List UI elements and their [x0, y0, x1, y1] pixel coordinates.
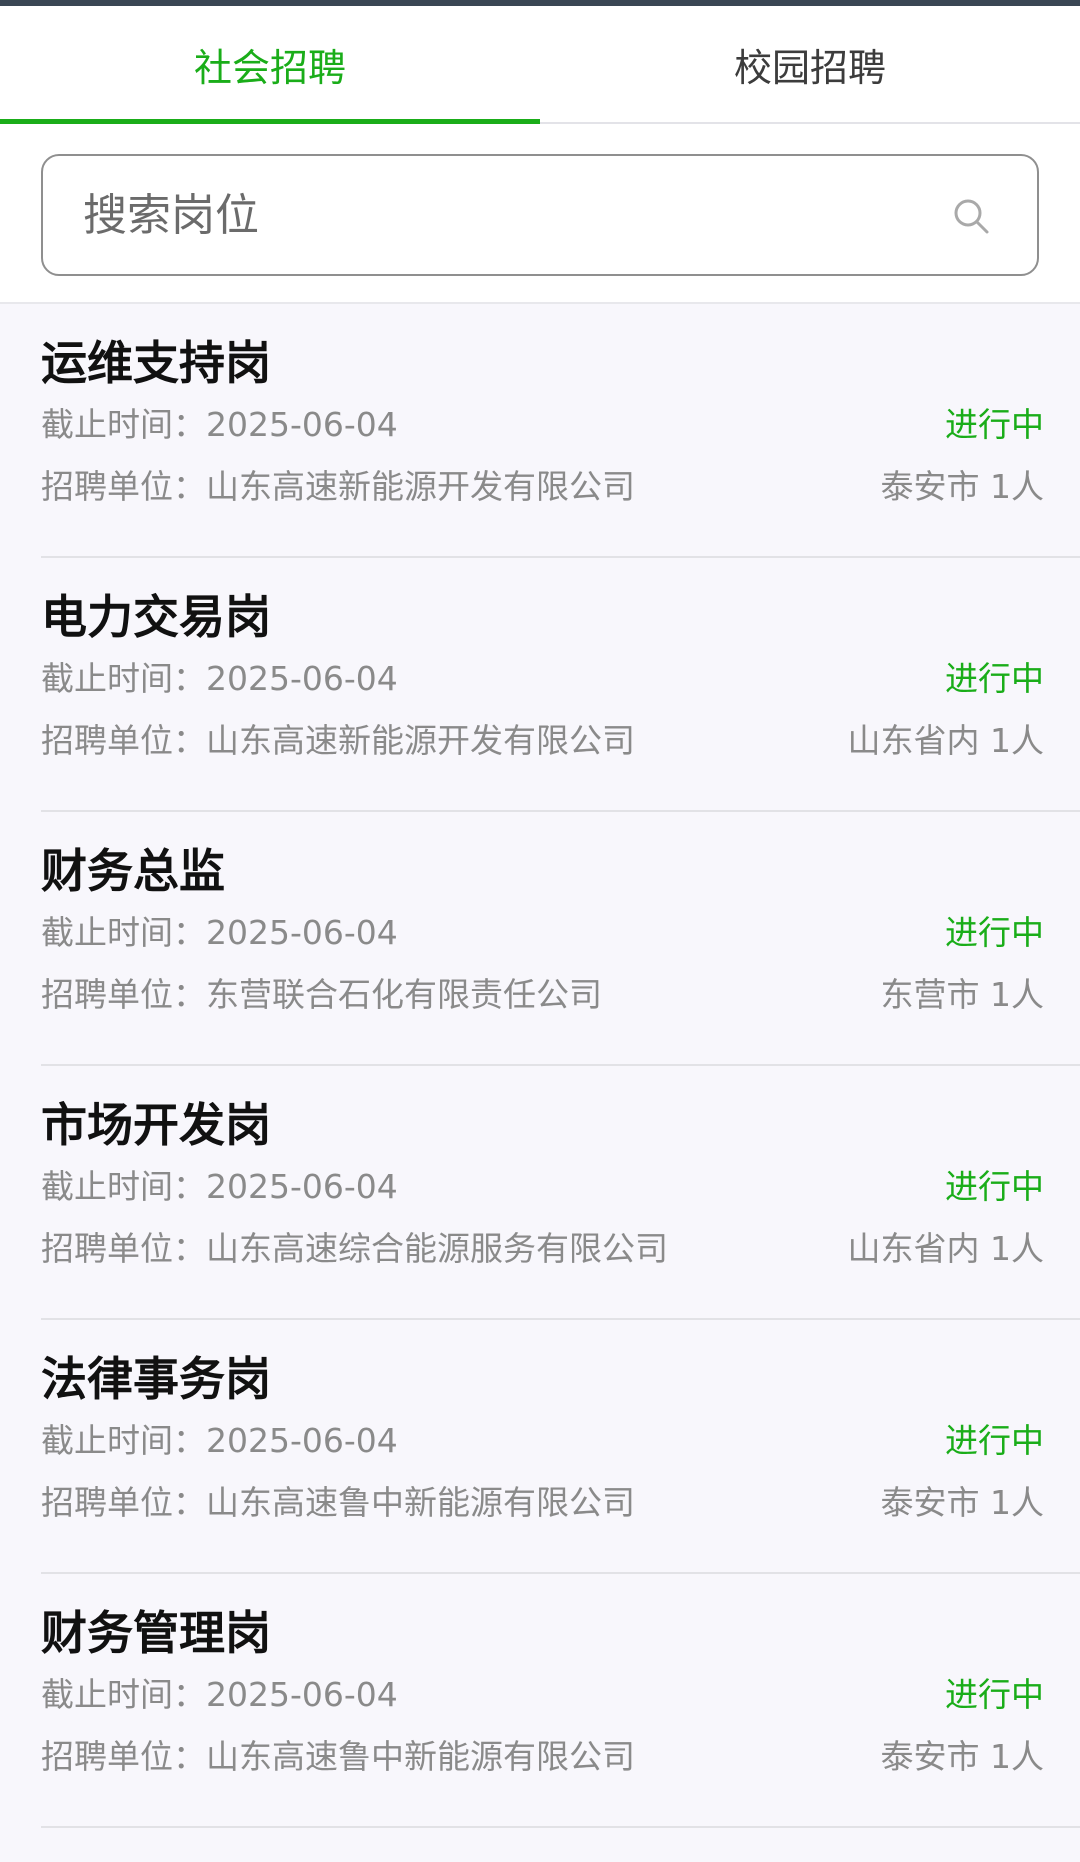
job-location-headcount: 山东省内 1人	[847, 721, 1045, 760]
job-company: 招聘单位：山东高速鲁中新能源有限公司	[41, 1737, 635, 1776]
job-list-item[interactable]: 电力交易岗 截止时间：2025-06-04 进行中 招聘单位：山东高速新能源开发…	[0, 558, 1080, 812]
job-list-item[interactable]: 财务管理岗 截止时间：2025-06-04 进行中 招聘单位：山东高速鲁中新能源…	[0, 1574, 1080, 1828]
job-deadline: 截止时间：2025-06-04	[41, 1675, 398, 1714]
job-location-headcount: 泰安市 1人	[880, 1483, 1045, 1522]
job-list: 运维支持岗 截止时间：2025-06-04 进行中 招聘单位：山东高速新能源开发…	[0, 304, 1080, 1828]
divider	[41, 1826, 1080, 1828]
job-company: 招聘单位：山东高速鲁中新能源有限公司	[41, 1483, 635, 1522]
job-title: 财务管理岗	[41, 1606, 271, 1660]
search-bar-container	[0, 124, 1080, 304]
job-company: 招聘单位：山东高速新能源开发有限公司	[41, 721, 635, 760]
job-deadline: 截止时间：2025-06-04	[41, 913, 398, 952]
job-status-badge: 进行中	[945, 1675, 1044, 1714]
job-title: 运维支持岗	[41, 336, 271, 390]
job-status-badge: 进行中	[945, 659, 1044, 698]
job-company: 招聘单位：山东高速新能源开发有限公司	[41, 467, 635, 506]
job-location-headcount: 泰安市 1人	[880, 467, 1045, 506]
job-list-item[interactable]: 运维支持岗 截止时间：2025-06-04 进行中 招聘单位：山东高速新能源开发…	[0, 304, 1080, 558]
tab-social-recruitment[interactable]: 社会招聘	[0, 6, 540, 124]
job-list-item[interactable]: 市场开发岗 截止时间：2025-06-04 进行中 招聘单位：山东高速综合能源服…	[0, 1066, 1080, 1320]
job-location-headcount: 山东省内 1人	[847, 1229, 1045, 1268]
job-title: 财务总监	[41, 844, 225, 898]
job-deadline: 截止时间：2025-06-04	[41, 405, 398, 444]
job-deadline: 截止时间：2025-06-04	[41, 659, 398, 698]
job-status-badge: 进行中	[945, 1167, 1044, 1206]
job-list-item[interactable]: 财务总监 截止时间：2025-06-04 进行中 招聘单位：东营联合石化有限责任…	[0, 812, 1080, 1066]
search-box	[41, 154, 1039, 276]
job-title: 市场开发岗	[41, 1098, 271, 1152]
job-title: 法律事务岗	[41, 1352, 271, 1406]
search-input[interactable]	[83, 156, 903, 274]
tab-campus-recruitment[interactable]: 校园招聘	[540, 6, 1080, 122]
search-icon[interactable]	[951, 196, 991, 236]
job-location-headcount: 东营市 1人	[880, 975, 1045, 1014]
job-deadline: 截止时间：2025-06-04	[41, 1421, 398, 1460]
job-deadline: 截止时间：2025-06-04	[41, 1167, 398, 1206]
job-title: 电力交易岗	[41, 590, 271, 644]
job-company: 招聘单位：山东高速综合能源服务有限公司	[41, 1229, 668, 1268]
job-list-item[interactable]: 法律事务岗 截止时间：2025-06-04 进行中 招聘单位：山东高速鲁中新能源…	[0, 1320, 1080, 1574]
job-status-badge: 进行中	[945, 913, 1044, 952]
job-company: 招聘单位：东营联合石化有限责任公司	[41, 975, 602, 1014]
job-status-badge: 进行中	[945, 405, 1044, 444]
job-location-headcount: 泰安市 1人	[880, 1737, 1045, 1776]
recruitment-tabs: 社会招聘 校园招聘	[0, 6, 1080, 124]
job-status-badge: 进行中	[945, 1421, 1044, 1460]
